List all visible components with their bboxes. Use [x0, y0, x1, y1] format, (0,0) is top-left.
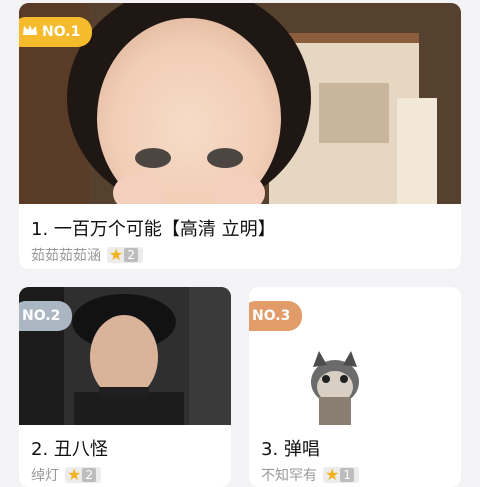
author-name[interactable]: 茹茹茹茹涵	[31, 245, 101, 265]
star-count: 2	[124, 248, 138, 262]
rank-badge: NO.2	[19, 301, 73, 331]
ranking-card-3[interactable]: NO.3 3. 弹唱 不知罕有 ★ 1	[249, 287, 461, 487]
song-meta: 不知罕有 ★ 1	[261, 465, 359, 485]
crown-icon	[22, 23, 38, 41]
star-badge: ★ 2	[107, 247, 143, 263]
rank-badge: NO.1	[19, 17, 93, 47]
star-icon: ★	[109, 245, 124, 264]
song-meta: 茹茹茹茹涵 ★ 2	[31, 245, 143, 265]
rank-label: NO.2	[22, 308, 61, 324]
star-badge: ★ 2	[65, 467, 101, 483]
song-meta: 绰灯 ★ 2	[31, 465, 101, 485]
ranking-card-1[interactable]: NO.1 1. 一百万个可能【高清 立明】 茹茹茹茹涵 ★ 2	[19, 3, 461, 269]
author-name[interactable]: 不知罕有	[261, 465, 317, 485]
ranking-card-2[interactable]: NO.2 2. 丑八怪 绰灯 ★ 2	[19, 287, 231, 487]
rank-label: NO.1	[42, 24, 81, 40]
star-icon: ★	[325, 465, 340, 484]
rank-badge: NO.3	[249, 301, 303, 331]
star-badge: ★ 1	[323, 467, 359, 483]
song-title[interactable]: 3. 弹唱	[261, 435, 320, 461]
song-title[interactable]: 1. 一百万个可能【高清 立明】	[31, 215, 276, 241]
star-icon: ★	[67, 465, 82, 484]
song-title[interactable]: 2. 丑八怪	[31, 435, 108, 461]
author-name[interactable]: 绰灯	[31, 465, 59, 485]
rank-label: NO.3	[252, 308, 291, 324]
